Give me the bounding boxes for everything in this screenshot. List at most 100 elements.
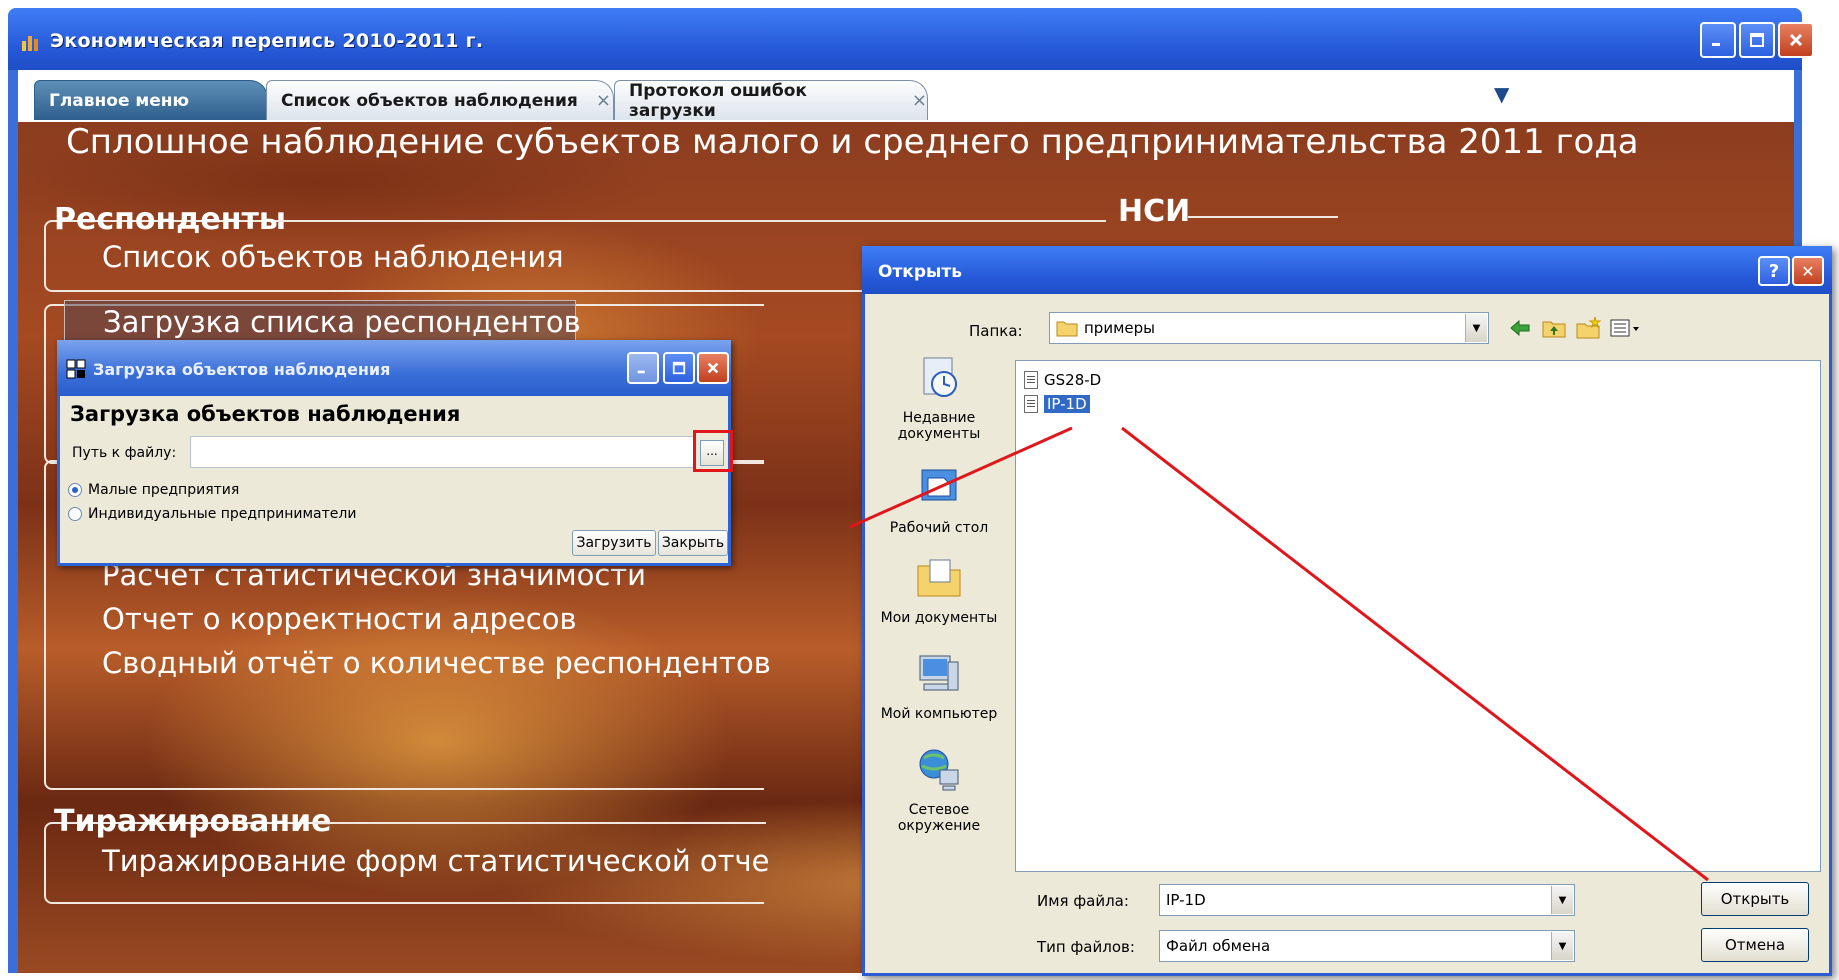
help-button[interactable]: ? bbox=[1758, 256, 1790, 286]
folder-value: примеры bbox=[1084, 319, 1155, 337]
close-button[interactable]: ✕ bbox=[1792, 256, 1824, 286]
recent-documents-icon bbox=[923, 357, 957, 397]
tab-observation-list[interactable]: Список объектов наблюдения × bbox=[266, 80, 614, 120]
dropdown-arrow-icon[interactable]: ▼ bbox=[1551, 886, 1573, 914]
desktop-icon bbox=[921, 469, 957, 501]
places-bar: Недавние документы Рабочий стол Мои доку… bbox=[869, 352, 1009, 952]
load-dialog-titlebar[interactable]: Загрузка объектов наблюдения bbox=[57, 340, 731, 396]
my-documents-icon bbox=[917, 559, 961, 597]
list-item[interactable]: GS28-D bbox=[1024, 371, 1101, 389]
tab-main-menu[interactable]: Главное меню bbox=[34, 80, 268, 120]
maximize-button[interactable] bbox=[663, 352, 695, 384]
back-arrow-icon[interactable] bbox=[1507, 316, 1533, 340]
place-my-documents[interactable]: Мои документы bbox=[869, 552, 1009, 626]
load-dialog-title: Загрузка объектов наблюдения bbox=[93, 360, 391, 379]
group-divider bbox=[1188, 216, 1338, 218]
dropdown-arrow-icon[interactable]: ▼ bbox=[1551, 932, 1573, 960]
file-icon bbox=[1024, 395, 1038, 413]
place-label: Мои документы bbox=[880, 610, 998, 626]
filename-input[interactable]: IP-1D ▼ bbox=[1159, 884, 1575, 916]
close-dialog-button[interactable]: Закрыть bbox=[658, 530, 728, 556]
radio-small-enterprises[interactable]: Малые предприятия bbox=[68, 482, 239, 498]
filetype-dropdown[interactable]: Файл обмена ▼ bbox=[1159, 930, 1575, 962]
folder-label: Папка: bbox=[969, 322, 1023, 340]
dropdown-arrow-icon[interactable]: ▼ bbox=[1465, 314, 1487, 342]
file-name: GS28-D bbox=[1044, 371, 1102, 389]
menu-link-replicate-forms[interactable]: Тиражирование форм статистической отче bbox=[102, 844, 770, 878]
place-label: Недавние документы bbox=[897, 410, 981, 442]
census-app-icon bbox=[22, 36, 38, 51]
open-dialog-titlebar[interactable]: Открыть ? ✕ bbox=[862, 246, 1832, 294]
radio-unchecked-icon bbox=[68, 507, 82, 521]
file-list[interactable]: GS28-D IP-1D bbox=[1015, 360, 1821, 872]
replication-group: Тиражирование Тиражирование форм статист… bbox=[44, 804, 770, 904]
grid-window-icon bbox=[66, 359, 86, 379]
place-recent[interactable]: Недавние документы bbox=[869, 352, 1009, 442]
menu-link-observation-list[interactable]: Список объектов наблюдения bbox=[102, 240, 564, 274]
main-window-title: Экономическая перепись 2010-2011 г. bbox=[50, 30, 484, 52]
folder-icon bbox=[1056, 321, 1078, 337]
list-item-selected[interactable]: IP-1D bbox=[1024, 395, 1090, 413]
cancel-button[interactable]: Отмена bbox=[1701, 928, 1809, 962]
radio-checked-icon bbox=[68, 483, 82, 497]
tab-label: Главное меню bbox=[49, 90, 190, 111]
close-button[interactable] bbox=[1778, 22, 1814, 58]
menu-link-address-report[interactable]: Отчет о корректности адресов bbox=[102, 602, 577, 636]
view-menu-icon[interactable] bbox=[1609, 316, 1641, 340]
folder-dropdown[interactable]: примеры ▼ bbox=[1049, 312, 1489, 344]
file-icon bbox=[1024, 371, 1038, 389]
replication-group-title: Тиражирование bbox=[54, 804, 332, 839]
open-button[interactable]: Открыть bbox=[1701, 882, 1809, 916]
path-label: Путь к файлу: bbox=[72, 445, 177, 461]
radio-label: Малые предприятия bbox=[88, 482, 240, 498]
menu-link-label: Загрузка списка респондентов bbox=[103, 305, 581, 339]
place-label: Рабочий стол bbox=[889, 520, 989, 536]
filename-label: Имя файла: bbox=[1037, 892, 1129, 910]
load-button[interactable]: Загрузить bbox=[572, 530, 656, 556]
tab-close-icon[interactable]: × bbox=[596, 90, 611, 111]
respondents-group-title: Респонденты bbox=[54, 202, 287, 237]
open-dialog-title: Открыть bbox=[878, 262, 962, 282]
minimize-button[interactable] bbox=[627, 352, 659, 384]
tab-close-icon[interactable]: × bbox=[912, 90, 927, 111]
close-button[interactable] bbox=[697, 352, 729, 384]
minimize-button[interactable] bbox=[1700, 22, 1736, 58]
network-icon bbox=[919, 749, 959, 791]
radio-label: Индивидуальные предприниматели bbox=[88, 506, 357, 522]
filetype-label: Тип файлов: bbox=[1037, 938, 1135, 956]
minimize-icon bbox=[1712, 43, 1720, 46]
tab-label: Протокол ошибок загрузки bbox=[629, 80, 807, 121]
place-label: Сетевое окружение bbox=[897, 802, 981, 834]
page-title: Сплошное наблюдение субъектов малого и с… bbox=[66, 122, 1639, 162]
help-icon: ? bbox=[1768, 260, 1780, 282]
group-divider bbox=[314, 822, 766, 824]
tabs-dropdown-icon[interactable]: ▼ bbox=[1494, 82, 1509, 106]
tab-label: Список объектов наблюдения bbox=[281, 90, 578, 111]
close-icon bbox=[707, 362, 719, 374]
place-network[interactable]: Сетевое окружение bbox=[869, 744, 1009, 834]
load-objects-dialog: Загрузка объектов наблюдения Загрузка об… bbox=[57, 340, 733, 566]
annotation-highlight-box bbox=[693, 430, 733, 472]
place-desktop[interactable]: Рабочий стол bbox=[869, 462, 1009, 536]
maximize-button[interactable] bbox=[1739, 22, 1775, 58]
load-dialog-heading: Загрузка объектов наблюдения bbox=[70, 402, 461, 426]
maximize-icon bbox=[1750, 33, 1764, 47]
tab-strip: Главное меню Список объектов наблюдения … bbox=[18, 70, 1794, 122]
file-path-input[interactable] bbox=[190, 436, 695, 468]
maximize-icon bbox=[672, 361, 686, 375]
main-titlebar[interactable]: Экономическая перепись 2010-2011 г. bbox=[8, 8, 1814, 70]
file-name: IP-1D bbox=[1044, 395, 1090, 413]
up-folder-icon[interactable] bbox=[1541, 316, 1567, 340]
close-icon: ✕ bbox=[1801, 261, 1815, 281]
nsi-group-title: НСИ bbox=[1118, 194, 1191, 229]
group-divider bbox=[278, 220, 1106, 222]
minimize-icon bbox=[637, 370, 645, 374]
place-label: Мой компьютер bbox=[880, 706, 998, 722]
radio-individual-entrepreneurs[interactable]: Индивидуальные предприниматели bbox=[68, 506, 356, 522]
new-folder-icon[interactable] bbox=[1575, 316, 1601, 340]
filetype-value: Файл обмена bbox=[1166, 937, 1271, 955]
tab-error-protocol[interactable]: Протокол ошибок загрузки × bbox=[614, 80, 928, 121]
open-file-dialog: Открыть ? ✕ Папка: примеры ▼ Недавние до… bbox=[862, 246, 1832, 976]
place-my-computer[interactable]: Мой компьютер bbox=[869, 648, 1009, 722]
menu-link-summary-report[interactable]: Сводный отчёт о количестве респондентов bbox=[102, 646, 771, 680]
